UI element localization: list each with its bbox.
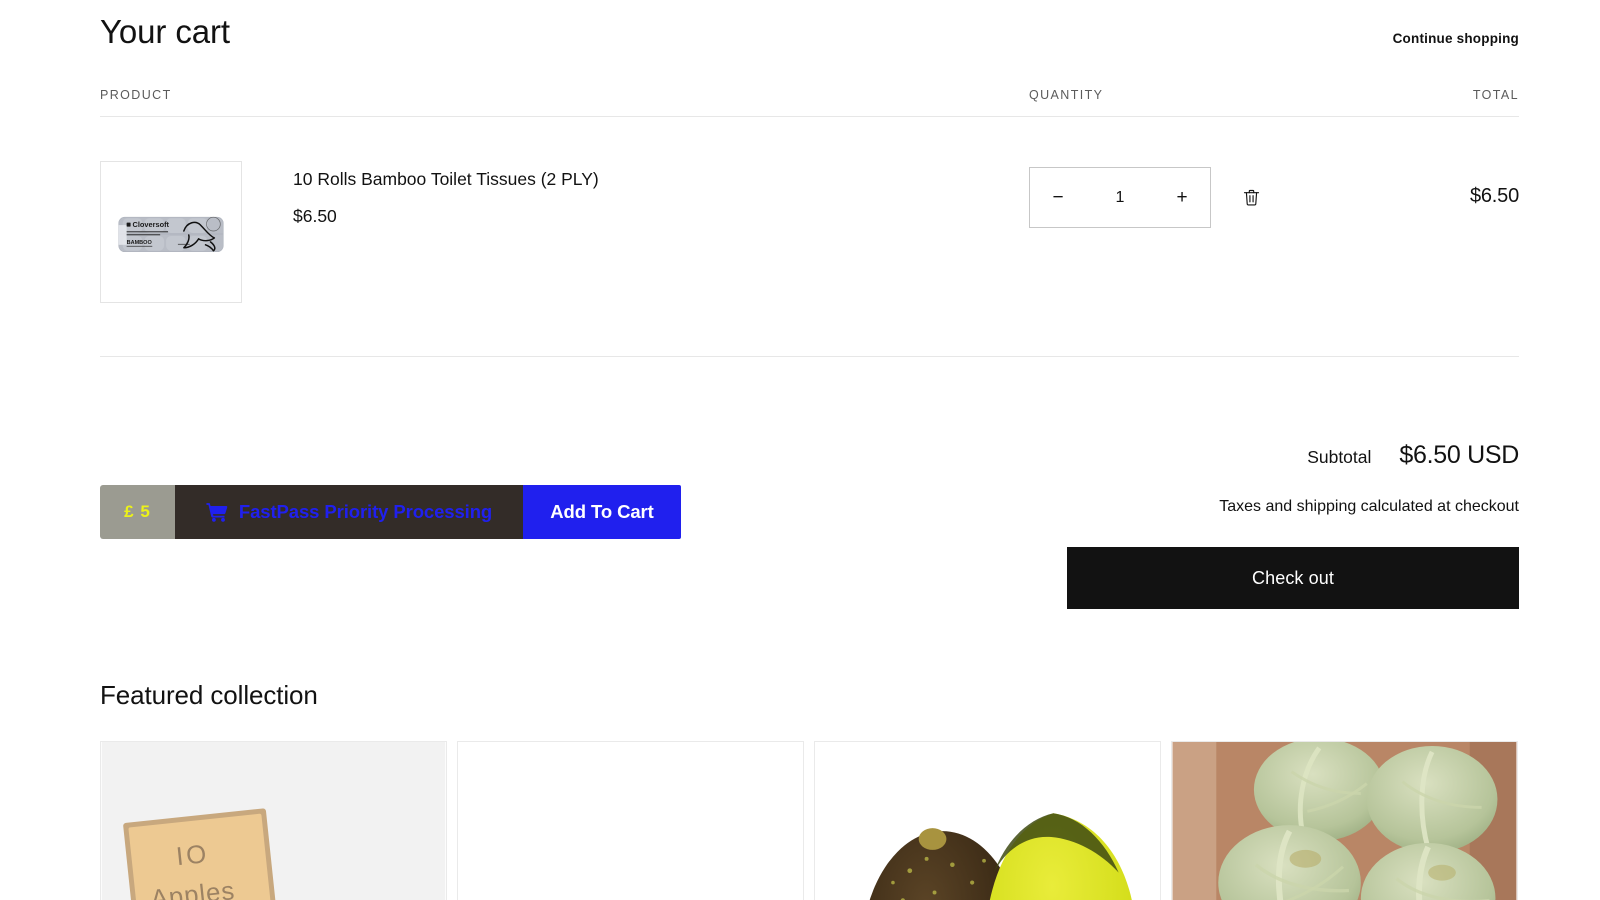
- cart-table-header: PRODUCT QUANTITY TOTAL: [100, 88, 1519, 118]
- svg-text:BAMBOO: BAMBOO: [127, 240, 153, 246]
- product-details: 10 Rolls Bamboo Toilet Tissues (2 PLY) $…: [242, 161, 599, 227]
- cart-header: Your cart Continue shopping: [100, 0, 1519, 50]
- cabbages-in-box-image: [1172, 742, 1517, 900]
- quantity-decrease-button[interactable]: −: [1030, 168, 1086, 227]
- subtotal-label: Subtotal: [1307, 447, 1372, 468]
- cart-item-line-total: $6.50: [1469, 185, 1519, 208]
- toilet-tissue-pack-image: Cloversoft: [458, 742, 803, 900]
- toilet-tissue-pack-image: Cloversoft BAMBOO: [101, 162, 241, 303]
- product-unit-price: $6.50: [293, 205, 337, 226]
- column-header-product: PRODUCT: [100, 88, 172, 103]
- featured-product-card[interactable]: Cloversoft: [457, 741, 804, 900]
- fastpass-add-to-cart-button[interactable]: Add To Cart: [523, 485, 681, 540]
- featured-collection-section: Featured collection IO Apples: [100, 680, 1520, 900]
- fastpass-label-text: FastPass Priority Processing: [238, 501, 493, 523]
- svg-text:IO: IO: [175, 840, 211, 871]
- trash-icon: [1243, 190, 1259, 206]
- subtotal-value: $6.50 USD: [1399, 441, 1519, 470]
- avocado-image: [815, 742, 1160, 900]
- featured-collection-title: Featured collection: [100, 680, 318, 710]
- column-header-quantity: QUANTITY: [1029, 88, 1104, 103]
- shopping-cart-icon: [206, 502, 228, 523]
- svg-text:Cloversoft: Cloversoft: [133, 220, 170, 229]
- cart-item-quantity-cell: − +: [930, 161, 1270, 229]
- cart-line-item-row: Cloversoft BAMBOO 10 Rolls Bamboo Toilet…: [100, 117, 1519, 358]
- product-thumbnail[interactable]: Cloversoft BAMBOO: [100, 161, 242, 304]
- page-title: Your cart: [100, 13, 230, 50]
- featured-product-grid: IO Apples: [100, 741, 1520, 900]
- featured-product-card[interactable]: [1171, 741, 1518, 900]
- fastpass-upsell-widget: £ 5 FastPass Priority Processing Add To …: [100, 485, 681, 540]
- cart-footer: £ 5 FastPass Priority Processing Add To …: [100, 357, 1519, 612]
- featured-product-card[interactable]: IO Apples: [100, 741, 447, 900]
- fastpass-option-button[interactable]: FastPass Priority Processing: [175, 485, 523, 540]
- checkout-button[interactable]: Check out: [1067, 547, 1519, 610]
- remove-item-button[interactable]: [1234, 181, 1268, 215]
- column-header-total: TOTAL: [1472, 88, 1519, 103]
- cart-item-product-cell: Cloversoft BAMBOO 10 Rolls Bamboo Toilet…: [100, 161, 930, 304]
- product-title-link[interactable]: 10 Rolls Bamboo Toilet Tissues (2 PLY): [293, 169, 599, 189]
- subtotal-row: Subtotal $6.50 USD: [1059, 441, 1519, 470]
- continue-shopping-link[interactable]: Continue shopping: [1393, 31, 1519, 47]
- ten-apples-sign-image: IO Apples: [101, 742, 446, 900]
- featured-product-card[interactable]: [814, 741, 1161, 900]
- tax-shipping-note: Taxes and shipping calculated at checkou…: [1219, 498, 1519, 516]
- quantity-increase-button[interactable]: +: [1154, 168, 1210, 227]
- cart-page: Your cart Continue shopping PRODUCT QUAN…: [0, 0, 1600, 900]
- cart-totals: Subtotal $6.50 USD Taxes and shipping ca…: [1059, 441, 1519, 610]
- quantity-input[interactable]: [1090, 188, 1150, 207]
- quantity-stepper[interactable]: − +: [1029, 167, 1211, 229]
- fastpass-price-badge: £ 5: [100, 485, 175, 540]
